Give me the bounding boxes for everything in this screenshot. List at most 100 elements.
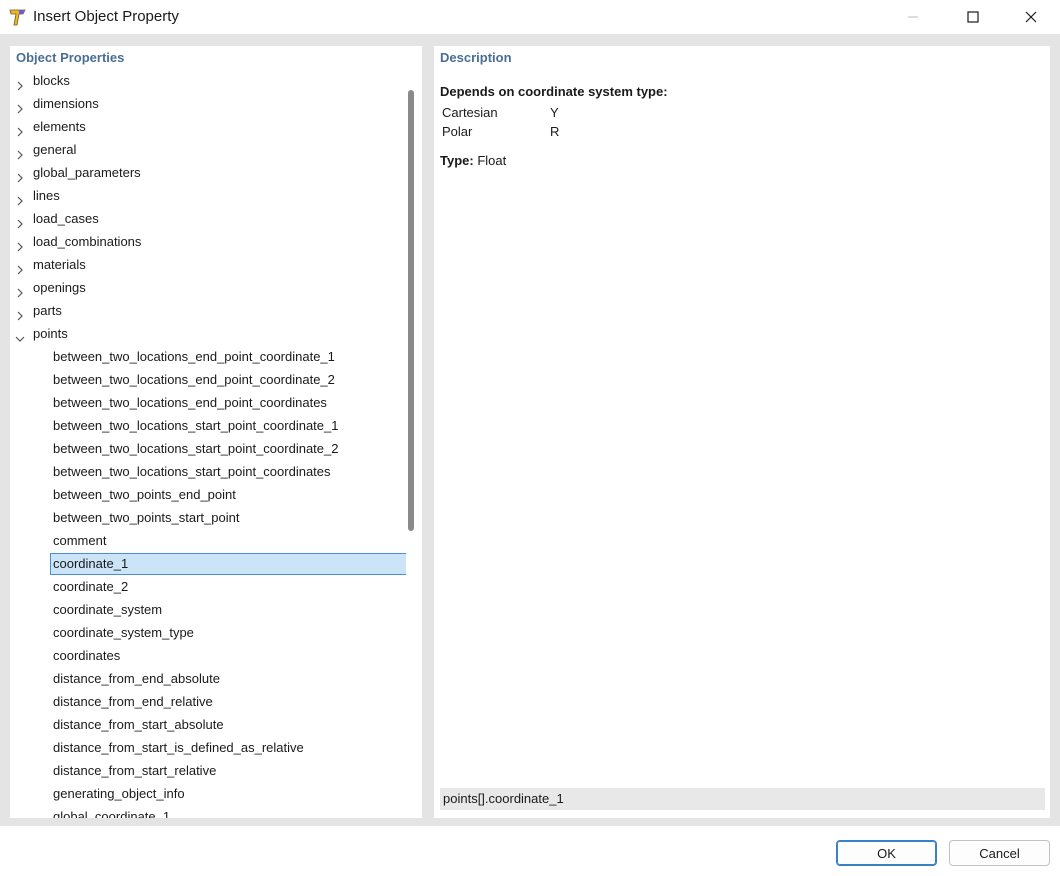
- tree-item-coordinate-system-type[interactable]: coordinate_system_type: [10, 621, 406, 644]
- chevron-right-icon[interactable]: [15, 236, 25, 252]
- tree-item-label: coordinate_system_type: [53, 625, 194, 640]
- tree-item-distance-from-start-is-defined-as-relative[interactable]: distance_from_start_is_defined_as_relati…: [10, 736, 406, 759]
- tree-node-elements[interactable]: elements: [10, 115, 406, 138]
- app-logo-icon: [8, 7, 28, 27]
- chevron-right-icon[interactable]: [15, 190, 25, 206]
- tree-node-label: lines: [33, 188, 60, 203]
- tree-node-materials[interactable]: materials: [10, 253, 406, 276]
- chevron-right-icon[interactable]: [15, 167, 25, 183]
- object-properties-header: Object Properties: [16, 50, 125, 65]
- chevron-down-icon[interactable]: [15, 328, 25, 342]
- tree-item-label: distance_from_start_absolute: [53, 717, 224, 732]
- tree-item-distance-from-end-absolute[interactable]: distance_from_end_absolute: [10, 667, 406, 690]
- tree-item-label: global_coordinate_1: [53, 809, 171, 818]
- tree-node-dimensions[interactable]: dimensions: [10, 92, 406, 115]
- mapping-value: Y: [550, 105, 559, 120]
- depends-title: Depends on coordinate system type:: [440, 84, 668, 99]
- tree-item-coordinate-2[interactable]: coordinate_2: [10, 575, 406, 598]
- chevron-right-icon[interactable]: [15, 144, 25, 160]
- tree-item-distance-from-start-relative[interactable]: distance_from_start_relative: [10, 759, 406, 782]
- mapping-row: Polar R: [442, 122, 742, 141]
- tree-item-coordinate-system[interactable]: coordinate_system: [10, 598, 406, 621]
- tree-item-label: between_two_locations_start_point_coordi…: [53, 441, 339, 456]
- tree-item-label: coordinate_2: [53, 579, 129, 594]
- chevron-right-icon[interactable]: [15, 75, 25, 91]
- tree-node-label: parts: [33, 303, 62, 318]
- tree-item-global-coordinate-1[interactable]: global_coordinate_1: [10, 805, 406, 818]
- tree-node-blocks[interactable]: blocks: [10, 69, 406, 92]
- tree-node-openings[interactable]: openings: [10, 276, 406, 299]
- close-icon: [1025, 11, 1037, 23]
- tree-node-load-combinations[interactable]: load_combinations: [10, 230, 406, 253]
- tree-node-label: openings: [33, 280, 86, 295]
- chevron-right-icon[interactable]: [15, 98, 25, 114]
- close-button[interactable]: [1002, 0, 1060, 34]
- tree-item-between-two-points-end-point[interactable]: between_two_points_end_point: [10, 483, 406, 506]
- tree-item-comment[interactable]: comment: [10, 529, 406, 552]
- tree-item-label: between_two_locations_start_point_coordi…: [53, 464, 331, 479]
- tree-node-label: load_cases: [33, 211, 99, 226]
- type-value: Float: [477, 153, 507, 168]
- tree-item-label: coordinate_1: [53, 556, 129, 571]
- tree-item-coordinate-1[interactable]: coordinate_1: [10, 552, 406, 575]
- tree-item-between-two-locations-start-point-coordinate-1[interactable]: between_two_locations_start_point_coordi…: [10, 414, 406, 437]
- property-path-field[interactable]: points[].coordinate_1: [440, 788, 1045, 810]
- tree-item-between-two-points-start-point[interactable]: between_two_points_start_point: [10, 506, 406, 529]
- mapping-key: Cartesian: [442, 105, 498, 120]
- mapping-key: Polar: [442, 124, 473, 139]
- mapping-row: Cartesian Y: [442, 103, 742, 122]
- tree-node-label: global_parameters: [33, 165, 141, 180]
- tree-node-lines[interactable]: lines: [10, 184, 406, 207]
- chevron-right-icon[interactable]: [15, 282, 25, 298]
- chevron-right-icon[interactable]: [15, 259, 25, 275]
- title-bar: Insert Object Property: [0, 0, 1060, 34]
- object-properties-panel: Object Properties blocks dimensions elemen…: [10, 46, 422, 818]
- minimize-button[interactable]: [884, 0, 942, 34]
- chevron-right-icon[interactable]: [15, 121, 25, 137]
- tree-item-generating-object-info[interactable]: generating_object_info: [10, 782, 406, 805]
- tree-item-coordinates[interactable]: coordinates: [10, 644, 406, 667]
- tree-node-parts[interactable]: parts: [10, 299, 406, 322]
- scrollbar-thumb[interactable]: [408, 90, 414, 531]
- maximize-button[interactable]: [944, 0, 1002, 34]
- tree-item-label: between_two_points_end_point: [53, 487, 236, 502]
- tree-item-label: comment: [53, 533, 107, 548]
- tree-item-label: distance_from_start_relative: [53, 763, 217, 778]
- tree-node-label: dimensions: [33, 96, 99, 111]
- window-title: Insert Object Property: [33, 8, 179, 25]
- description-panel: Description Depends on coordinate system…: [434, 46, 1050, 818]
- chevron-right-icon[interactable]: [15, 213, 25, 229]
- cancel-button[interactable]: Cancel: [949, 840, 1050, 866]
- tree-node-load-cases[interactable]: load_cases: [10, 207, 406, 230]
- tree-node-general[interactable]: general: [10, 138, 406, 161]
- tree-item-label: distance_from_end_relative: [53, 694, 213, 709]
- tree-item-distance-from-start-absolute[interactable]: distance_from_start_absolute: [10, 713, 406, 736]
- tree-node-points[interactable]: points: [10, 322, 406, 345]
- tree-scrollbar[interactable]: [408, 69, 420, 818]
- chevron-right-icon[interactable]: [15, 305, 25, 321]
- tree-item-label: distance_from_end_absolute: [53, 671, 220, 686]
- tree-item-label: coordinate_system: [53, 602, 163, 617]
- ok-button[interactable]: OK: [836, 840, 937, 866]
- tree-item-between-two-locations-end-point-coordinate-1[interactable]: between_two_locations_end_point_coordina…: [10, 345, 406, 368]
- tree-node-label: elements: [33, 119, 86, 134]
- dialog-body: Object Properties blocks dimensions elemen…: [0, 34, 1060, 826]
- tree-item-between-two-locations-end-point-coordinate-2[interactable]: between_two_locations_end_point_coordina…: [10, 368, 406, 391]
- tree-node-global-parameters[interactable]: global_parameters: [10, 161, 406, 184]
- tree-item-between-two-locations-start-point-coordinate-2[interactable]: between_two_locations_start_point_coordi…: [10, 437, 406, 460]
- tree-item-label: between_two_locations_start_point_coordi…: [53, 418, 339, 433]
- tree-item-label: between_two_locations_end_point_coordina…: [53, 372, 335, 387]
- tree-item-label: between_two_locations_end_point_coordina…: [53, 349, 335, 364]
- tree-item-between-two-locations-end-point-coordinates[interactable]: between_two_locations_end_point_coordina…: [10, 391, 406, 414]
- description-header: Description: [440, 50, 512, 65]
- dialog-footer: OK Cancel: [0, 826, 1060, 876]
- mapping-table: Cartesian Y Polar R: [442, 103, 742, 141]
- properties-tree[interactable]: blocks dimensions elements general global_pa…: [10, 69, 406, 818]
- tree-item-label: coordinates: [53, 648, 121, 663]
- tree-item-label: generating_object_info: [53, 786, 185, 801]
- tree-node-label: materials: [33, 257, 86, 272]
- tree-item-distance-from-end-relative[interactable]: distance_from_end_relative: [10, 690, 406, 713]
- type-line: Type: Float: [440, 153, 506, 168]
- tree-item-between-two-locations-start-point-coordinates[interactable]: between_two_locations_start_point_coordi…: [10, 460, 406, 483]
- type-label: Type:: [440, 153, 474, 168]
